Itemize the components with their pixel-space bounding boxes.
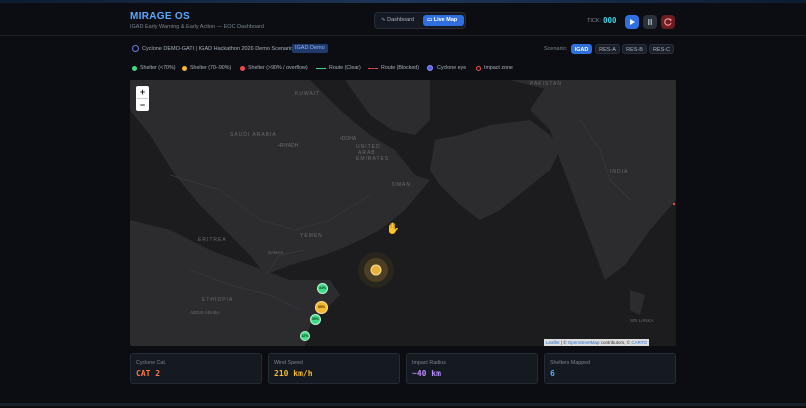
tab-live-map[interactable]: ▭ Live Map [423,15,464,26]
scenario-option-res-a[interactable]: RES-A [595,44,620,54]
map-icon: ▭ [427,17,434,23]
green-dot-icon [132,65,137,71]
bottom-bar [0,403,806,406]
play-button[interactable] [625,15,639,29]
map-label-saudi: SAUDI ARABIA [230,132,277,138]
map-label-kuwait: KUWAIT [295,91,321,97]
reset-button[interactable] [661,15,675,29]
play-icon [630,19,635,25]
live-map[interactable]: PAKISTAN KUWAIT SAUDI ARABIA •RIYADH •DO… [130,80,676,346]
tick-label: TICK: [587,18,602,24]
carto-link[interactable]: CARTO [631,340,647,345]
hand-cursor-icon: ✋ [386,223,400,235]
zoom-out-button[interactable]: − [136,99,149,111]
tab-dashboard-label: Dashboard [387,17,415,23]
tab-live-map-label: Live Map [433,17,458,23]
map-label-ethiopia: ETHIOPIA [202,297,234,303]
dashed-line-icon [368,68,378,69]
app-subtitle: IGAD Early Warning & Early Action — EOC … [130,24,264,30]
legend-shelter-low: Shelter (<70%) [132,64,175,72]
scenario-option-igad[interactable]: IGAD [571,44,592,54]
map-label-oman: OMAN [392,182,411,188]
map-label-sanaa: SANAA [268,250,284,255]
legend-shelter-mid: Shelter (70–90%) [182,64,231,72]
zoom-control: + − [136,86,149,111]
map-attribution: Leaflet | © OpenStreetMap contributors, … [544,339,649,346]
scenario-selector-label: Scenario: [544,46,568,52]
globe-icon [132,45,139,52]
impact-ring-icon [476,65,481,71]
scenario-option-res-b[interactable]: RES-B [622,44,647,54]
reset-icon [664,18,672,26]
map-label-riyadh: •RIYADH [278,143,299,149]
shelter-marker[interactable]: 34% [317,283,328,294]
map-tiles [130,80,676,346]
scenario-description: Cyclone DEMO-GATI | IGAD Hackathon 2026 … [142,46,294,52]
osm-link[interactable]: OpenStreetMap [568,340,600,345]
map-label-yemen: YEMEN [300,233,323,239]
map-label-doha: •DOHA [340,136,357,142]
red-dot-icon [240,65,245,71]
shelter-marker[interactable]: 85% [315,301,328,314]
legend-impact-zone: Impact zone [476,64,513,72]
app-header: MIRAGE OS IGAD Early Warning & Early Act… [0,3,806,36]
tick-counter: 000 [603,16,617,25]
legend-shelter-high: Shelter (>90% / overflow) [240,64,308,72]
legend-route-clear: Route (Clear) [316,64,361,72]
map-label-eritrea: ERITREA [198,237,227,243]
cyclone-eye-icon [427,65,433,71]
map-label-srilanka: SRI LANKA [630,318,654,323]
map-label-india: INDIA [610,169,629,175]
legend-cyclone-eye: Cyclone eye [427,64,466,72]
scenario-badge: IGAD Demo [292,44,328,53]
legend-route-blocked: Route (Blocked) [368,64,419,72]
stat-card-shelters-mapped: Shelters Mapped 6 [544,353,676,384]
map-label-addis: ADDIS ABABA [190,310,220,315]
leaflet-link[interactable]: Leaflet [546,340,560,345]
pause-icon [648,19,652,25]
amber-dot-icon [182,65,187,71]
view-switcher: ∿ Dashboard ▭ Live Map [374,12,466,29]
shelter-marker[interactable]: 55% [310,314,321,325]
shelter-marker[interactable]: 42% [300,331,310,341]
scenario-option-res-c[interactable]: RES-C [649,44,674,54]
zoom-in-button[interactable]: + [136,86,149,98]
tab-dashboard[interactable]: ∿ Dashboard [377,15,421,26]
map-label-pakistan: PAKISTAN [530,81,562,87]
pause-button[interactable] [643,15,657,29]
stat-card-cyclone-category: Cyclone Cat. CAT 2 [130,353,262,384]
stat-card-impact-radius: Impact Radius ~40 km [406,353,538,384]
app-title: MIRAGE OS [130,11,190,22]
stat-card-wind-speed: Wind Speed 210 km/h [268,353,400,384]
solid-line-icon [316,68,326,69]
map-label-uae-3: EMIRATES [356,156,390,162]
